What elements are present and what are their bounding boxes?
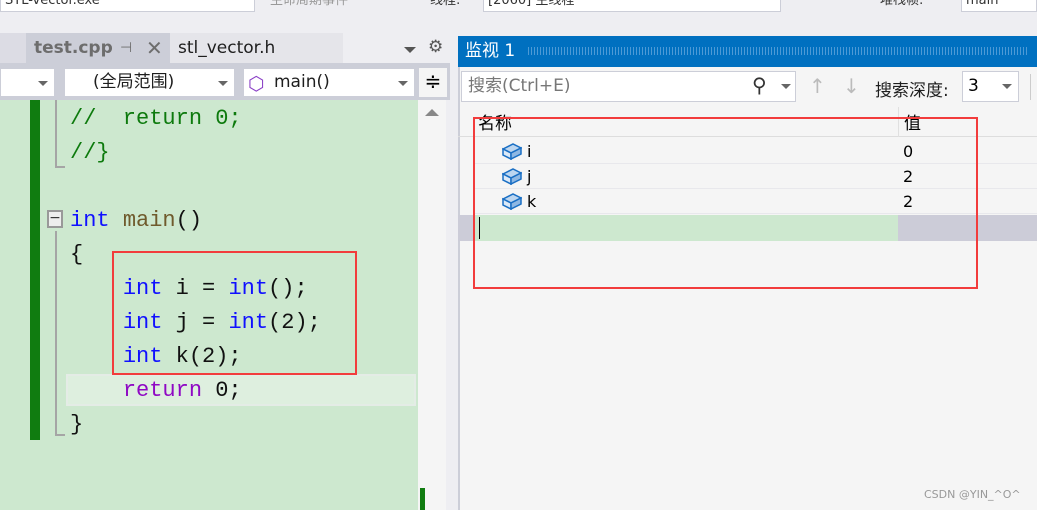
change-bar [30, 100, 40, 440]
process-value: STL-vector.exe [5, 0, 100, 8]
search-depth-combo[interactable]: 3 [962, 71, 1019, 102]
drag-grip[interactable] [528, 47, 1029, 55]
outline-line [55, 231, 65, 436]
code-token: return [122, 378, 203, 403]
scope-combo[interactable]: (全局范围) [64, 68, 235, 97]
change-marker [420, 488, 425, 510]
code-token: //} [70, 140, 110, 165]
scroll-up-icon[interactable] [425, 109, 439, 116]
search-previous-icon[interactable]: ↑ [809, 74, 826, 98]
tab-overflow [0, 33, 26, 63]
watch-search-input[interactable]: 搜索(Ctrl+E) ⚲ [461, 71, 796, 102]
code-line: return 0; [70, 374, 242, 408]
outline-line [55, 100, 65, 168]
stack-frame-combo[interactable]: main [961, 0, 1037, 12]
tab-list-dropdown-icon[interactable] [404, 47, 416, 53]
search-depth-value: 3 [968, 76, 979, 96]
thread-combo[interactable]: [2060] 主线程 [483, 0, 781, 12]
watch-title: 监视 1 [465, 41, 516, 61]
method-cube-icon: ⬡ [248, 73, 265, 95]
watch-highlight-box [473, 117, 978, 289]
tab-test-cpp[interactable]: test.cpp ⊣ ✕ [26, 33, 170, 63]
code-token: int [70, 208, 110, 233]
code-token: { [70, 242, 84, 267]
tab-stl-vector-h[interactable]: stl_vector.h [170, 33, 343, 63]
scope-value: (全局范围) [93, 72, 175, 92]
code-token: } [70, 412, 84, 437]
code-token: // return 0; [70, 106, 242, 131]
code-highlight-box [112, 251, 357, 375]
code-token: 0; [202, 378, 242, 403]
function-value: main() [274, 72, 330, 92]
stack-frame-value: main [966, 0, 999, 8]
search-next-icon[interactable]: ↓ [843, 74, 860, 98]
lifecycle-label: 生命周期事件 [270, 0, 349, 8]
code-line: { [70, 238, 83, 272]
code-line: //} [70, 136, 110, 170]
code-line: } [70, 408, 83, 442]
search-depth-label: 搜索深度: [875, 81, 949, 101]
gear-icon[interactable]: ⚙ [428, 37, 443, 57]
code-line: // return 0; [70, 102, 242, 136]
watch-title-bar[interactable]: 监视 1 [458, 36, 1037, 67]
close-icon[interactable]: ✕ [146, 33, 163, 63]
search-placeholder: 搜索(Ctrl+E) [468, 76, 571, 96]
code-token: () [175, 208, 203, 233]
project-combo[interactable] [0, 68, 55, 97]
vertical-scrollbar[interactable] [418, 100, 446, 510]
thread-value: [2060] 主线程 [488, 0, 575, 8]
tab-label: test.cpp [34, 38, 113, 58]
pin-icon[interactable]: ⊣ [120, 33, 132, 63]
function-combo[interactable]: ⬡ main() [243, 68, 415, 97]
tab-label: stl_vector.h [178, 38, 276, 58]
code-line: int main() [70, 204, 202, 238]
watermark: CSDN @YIN_^O^ [924, 488, 1021, 501]
collapse-icon[interactable]: − [47, 210, 63, 228]
lifecycle-events-button[interactable]: 生命周期事件 [270, 0, 348, 12]
search-icon[interactable]: ⚲ [752, 71, 767, 100]
process-combo[interactable]: STL-vector.exe [0, 0, 255, 12]
toolbar-separator [1030, 74, 1031, 100]
split-icon[interactable]: ≑ [419, 68, 447, 97]
thread-label: 线程: [430, 0, 461, 8]
code-token: main [122, 208, 176, 233]
stack-frame-label: 堆栈帧: [880, 0, 924, 8]
